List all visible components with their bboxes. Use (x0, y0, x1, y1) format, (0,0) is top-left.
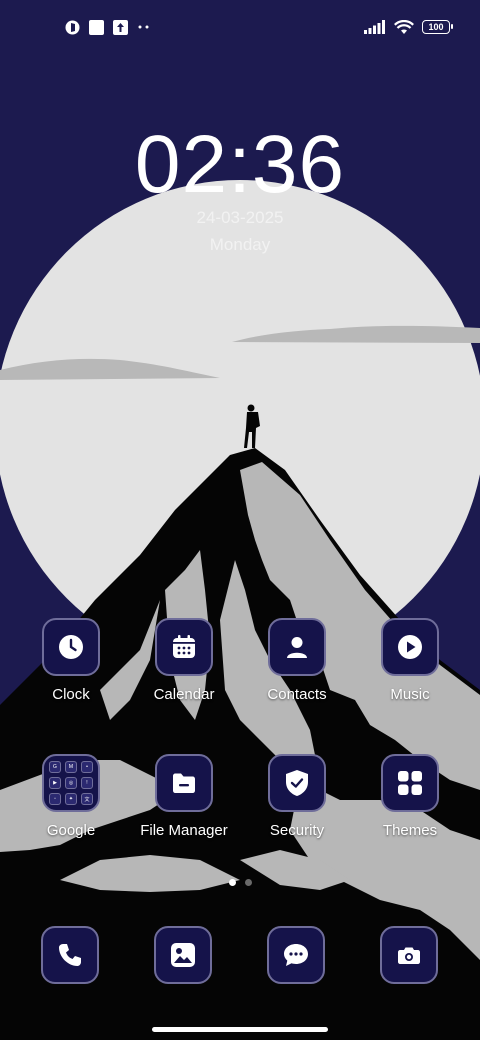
app-google-folder[interactable]: G M • ▶ ◎ ! ▫ ✦ 文 Google (16, 754, 126, 839)
more-notifications-icon (136, 19, 152, 35)
battery-icon: 100 (422, 20, 453, 34)
chrome-mini-icon: ◎ (65, 777, 77, 789)
page-dot-active[interactable] (228, 879, 236, 886)
dock-messages[interactable] (267, 926, 325, 984)
notification-app-icon (64, 19, 80, 35)
app-label: Google (46, 822, 96, 839)
upload-notification-icon (112, 19, 128, 35)
google-folder-icon[interactable]: G M • ▶ ◎ ! ▫ ✦ 文 (42, 754, 100, 812)
google-mini-icon: G (49, 761, 61, 773)
camera-icon[interactable] (380, 926, 438, 984)
square-notification-icon (88, 19, 104, 35)
app-label: Clock (52, 686, 90, 703)
folder-icon[interactable] (155, 754, 213, 812)
app-security[interactable]: Security (242, 754, 352, 839)
app-label: Music (390, 686, 430, 703)
photos-mini-icon: ✦ (65, 793, 77, 805)
dock-gallery[interactable] (154, 926, 212, 984)
app-music[interactable]: Music (355, 618, 465, 703)
app-calendar[interactable]: Calendar (129, 618, 239, 703)
app-label: Calendar (153, 686, 215, 703)
app-label: Themes (382, 822, 438, 839)
messages-icon[interactable] (267, 926, 325, 984)
gallery-icon[interactable] (154, 926, 212, 984)
clock-icon[interactable] (42, 618, 100, 676)
gmail-mini-icon: M (65, 761, 77, 773)
app-contacts[interactable]: Contacts (242, 618, 352, 703)
app-label: Security (269, 822, 325, 839)
app-label: File Manager (140, 822, 228, 839)
phone-icon[interactable] (41, 926, 99, 984)
shield-icon[interactable] (268, 754, 326, 812)
page-dot[interactable] (244, 879, 252, 886)
dock-phone[interactable] (41, 926, 99, 984)
themes-icon[interactable] (381, 754, 439, 812)
app-themes[interactable]: Themes (355, 754, 465, 839)
wifi-icon (394, 19, 414, 35)
youtube-mini-icon: ▶ (49, 777, 61, 789)
app-label: Contacts (267, 686, 327, 703)
clock-widget-day: Monday (209, 235, 271, 254)
clock-widget-time[interactable]: 02:36 (0, 118, 480, 212)
clock-widget-date: 24-03-2025 (196, 208, 284, 227)
signal-icon (364, 19, 386, 35)
status-bar: 100 (0, 0, 480, 56)
dock-camera[interactable] (380, 926, 438, 984)
home-gesture-bar[interactable] (152, 1027, 328, 1032)
contacts-icon[interactable] (268, 618, 326, 676)
page-indicator (0, 879, 480, 886)
maps-mini-icon: • (81, 761, 93, 773)
app-clock[interactable]: Clock (16, 618, 126, 703)
meet-mini-icon: ▫ (49, 793, 61, 805)
music-icon[interactable] (381, 618, 439, 676)
app-file-manager[interactable]: File Manager (129, 754, 239, 839)
calendar-icon[interactable] (155, 618, 213, 676)
info-mini-icon: ! (81, 777, 93, 789)
translate-mini-icon: 文 (81, 793, 93, 805)
